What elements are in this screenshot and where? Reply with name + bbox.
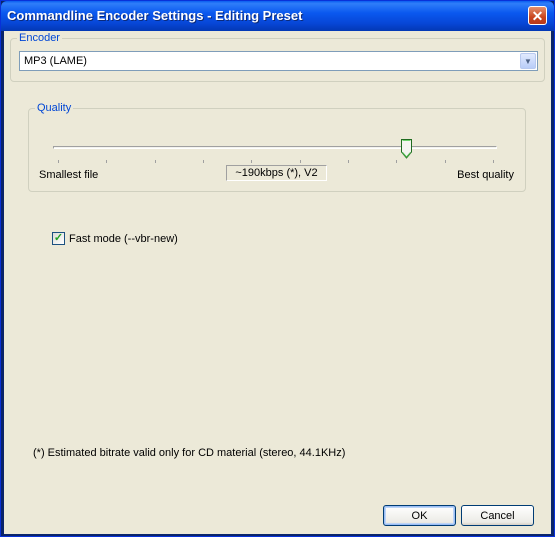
slider-min-label: Smallest file (39, 169, 99, 181)
slider-tick (203, 160, 204, 163)
encoder-selected-value: MP3 (LAME) (24, 55, 87, 67)
slider-tick (493, 160, 494, 163)
slider-tick (58, 160, 59, 163)
window-title: Commandline Encoder Settings - Editing P… (7, 8, 303, 23)
encoder-group-label: Encoder (17, 32, 62, 44)
slider-tick (445, 160, 446, 163)
slider-tick (106, 160, 107, 163)
slider-tick (396, 160, 397, 163)
dialog-window: Commandline Encoder Settings - Editing P… (0, 0, 555, 537)
dialog-body: Encoder MP3 (LAME) ▼ Quality Smallest fi… (4, 31, 551, 534)
slider-tick (348, 160, 349, 163)
ok-button[interactable]: OK (383, 505, 456, 526)
close-button[interactable]: ✕ (528, 6, 547, 25)
slider-tick (300, 160, 301, 163)
quality-slider-thumb[interactable] (401, 139, 412, 159)
title-bar[interactable]: Commandline Encoder Settings - Editing P… (1, 1, 554, 31)
quality-value-text: ~190kbps (*), V2 (235, 167, 318, 179)
ok-button-label: OK (411, 509, 428, 522)
quality-group-label: Quality (35, 102, 74, 114)
fast-mode-option[interactable]: ✓ Fast mode (--vbr-new) (52, 232, 178, 245)
fast-mode-checkbox[interactable]: ✓ (52, 232, 65, 245)
cancel-button[interactable]: Cancel (461, 505, 534, 526)
fast-mode-label[interactable]: Fast mode (--vbr-new) (69, 233, 178, 245)
quality-group: Quality Smallest file ~190kbps (*), V2 B… (28, 102, 526, 192)
close-icon: ✕ (531, 7, 544, 24)
checkmark-icon: ✓ (53, 232, 64, 244)
chevron-down-icon[interactable]: ▼ (520, 53, 536, 69)
slider-tick (155, 160, 156, 163)
quality-value-display: ~190kbps (*), V2 (226, 165, 327, 181)
cancel-button-label: Cancel (480, 509, 515, 522)
bitrate-footnote: (*) Estimated bitrate valid only for CD … (33, 447, 346, 459)
slider-max-label: Best quality (457, 169, 514, 181)
encoder-group: Encoder MP3 (LAME) ▼ (10, 32, 545, 82)
quality-slider-track[interactable] (53, 146, 497, 149)
encoder-dropdown[interactable]: MP3 (LAME) ▼ (19, 51, 538, 71)
slider-tick (251, 160, 252, 163)
